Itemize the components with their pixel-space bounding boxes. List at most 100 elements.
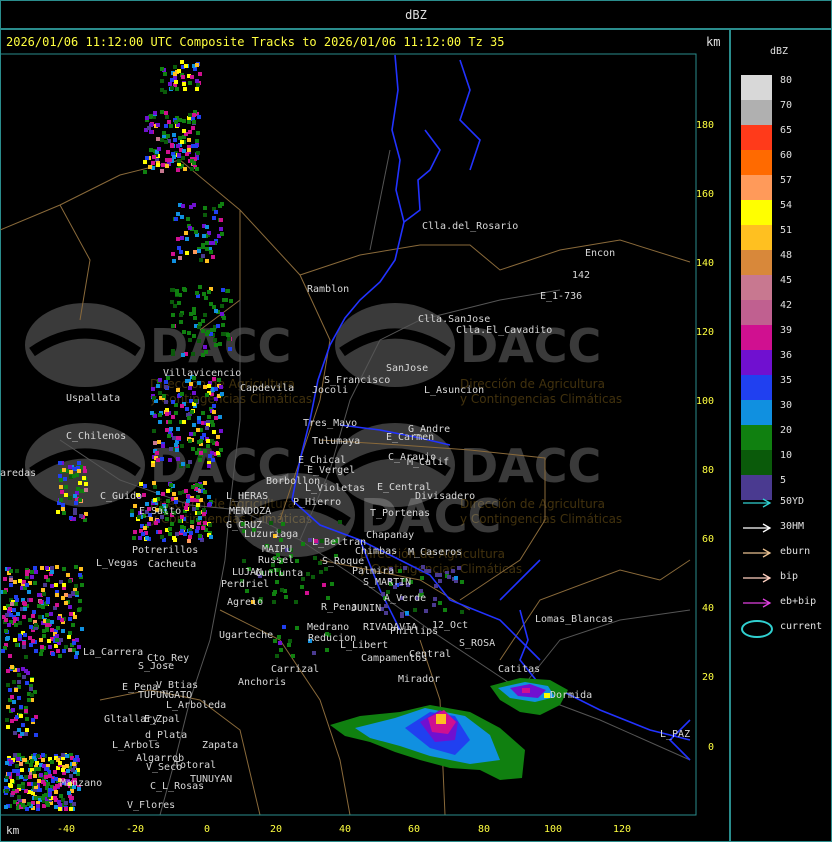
place-label: aredas — [0, 468, 36, 479]
echo-cell — [72, 474, 76, 478]
echo-cell — [275, 580, 279, 584]
place-label: Totoral — [174, 760, 216, 771]
echo-cell — [41, 796, 45, 800]
echo-cell — [214, 210, 218, 214]
echo-cell — [196, 495, 200, 499]
echo-cell — [160, 535, 164, 539]
echo-cell — [37, 779, 41, 783]
echo-cell — [145, 156, 149, 160]
legend-value: 39 — [780, 325, 793, 336]
echo-cell — [177, 69, 181, 73]
echo-cell — [77, 469, 81, 473]
echo-cell — [219, 218, 223, 222]
echo-cell — [161, 163, 165, 167]
y-tick-label: 140 — [696, 258, 714, 269]
place-label: Russel — [258, 555, 294, 566]
echo-cell — [59, 478, 63, 482]
legend-title: dBZ — [770, 46, 789, 57]
echo-cell — [69, 807, 73, 811]
echo-cell — [207, 464, 211, 468]
echo-cell — [151, 161, 155, 165]
echo-cell — [181, 156, 185, 160]
echo-cell — [133, 530, 137, 534]
x-tick-label: -20 — [126, 824, 144, 835]
legend-swatch-60 — [741, 150, 772, 175]
echo-cell — [64, 485, 68, 489]
legend-value: 42 — [780, 300, 793, 311]
echo-cell — [222, 316, 226, 320]
echo-cell — [61, 507, 65, 511]
echo-cell — [209, 241, 213, 245]
echo-cell — [214, 343, 218, 347]
echo-cell — [173, 138, 177, 142]
echo-cell — [31, 718, 35, 722]
echo-cell — [188, 439, 192, 443]
echo-cell — [21, 803, 25, 807]
echo-cell — [27, 590, 31, 594]
echo-cell — [165, 412, 169, 416]
place-label: JUNIN — [351, 603, 381, 614]
echo-cell — [164, 400, 168, 404]
echo-cell — [198, 458, 202, 462]
echo-cell — [29, 625, 33, 629]
echo-cell — [5, 761, 9, 765]
echo-cell — [152, 155, 156, 159]
echo-cell — [185, 251, 189, 255]
echo-cell — [65, 764, 69, 768]
echo-cell — [61, 768, 65, 772]
echo-cell — [199, 484, 203, 488]
echo-cell — [29, 763, 33, 767]
echo-cell — [207, 415, 211, 419]
echo-cell — [187, 331, 191, 335]
y-tick-label: 100 — [696, 396, 714, 407]
echo-cell — [42, 592, 46, 596]
echo-cell — [203, 449, 207, 453]
echo-cell — [451, 569, 455, 573]
echo-cell — [242, 559, 246, 563]
y-tick-label: 60 — [702, 534, 714, 545]
echo-cell — [213, 338, 217, 342]
echo-cell — [199, 451, 203, 455]
place-label: MAIPU — [262, 544, 292, 555]
echo-cell — [23, 607, 27, 611]
echo-cell — [5, 718, 9, 722]
echo-cell — [180, 444, 184, 448]
echo-cell — [199, 258, 203, 262]
echo-cell — [50, 620, 54, 624]
echo-cell — [6, 705, 10, 709]
place-label: Perdriel — [221, 579, 269, 590]
echo-cell — [165, 164, 169, 168]
echo-cell — [182, 420, 186, 424]
echo-cell — [59, 794, 63, 798]
echo-cell — [178, 136, 182, 140]
echo-cell — [13, 753, 17, 757]
echo-cell — [69, 470, 73, 474]
echo-cell — [47, 639, 51, 643]
radar-map[interactable]: DACCDirección de Agriculturay Contingenc… — [0, 0, 832, 842]
echo-cell — [19, 714, 23, 718]
echo-cell — [204, 296, 208, 300]
echo-cell — [219, 227, 223, 231]
echo-cell — [313, 556, 317, 560]
place-label: M_Calif — [407, 457, 449, 468]
echo-cell — [197, 249, 201, 253]
place-label: Capdevila — [240, 383, 294, 394]
legend-value: 80 — [780, 75, 793, 86]
echo-cell — [221, 323, 225, 327]
echo-cell — [219, 385, 223, 389]
echo-cell — [196, 83, 200, 87]
echo-cell — [55, 638, 59, 642]
echo-cell — [39, 600, 43, 604]
echo-cell — [175, 87, 179, 91]
y-axis: 180 160 140 120 100 80 60 40 20 0 — [696, 120, 714, 753]
echo-cell — [18, 621, 22, 625]
echo-cell — [198, 72, 202, 76]
echo-cell — [50, 570, 54, 574]
echo-cell — [15, 789, 19, 793]
x-tick-label: -40 — [57, 824, 75, 835]
place-label: L_Asuncion — [424, 385, 484, 396]
echo-cell — [176, 457, 180, 461]
echo-cell — [45, 623, 49, 627]
echo-cell — [185, 379, 189, 383]
echo-cell — [48, 645, 52, 649]
